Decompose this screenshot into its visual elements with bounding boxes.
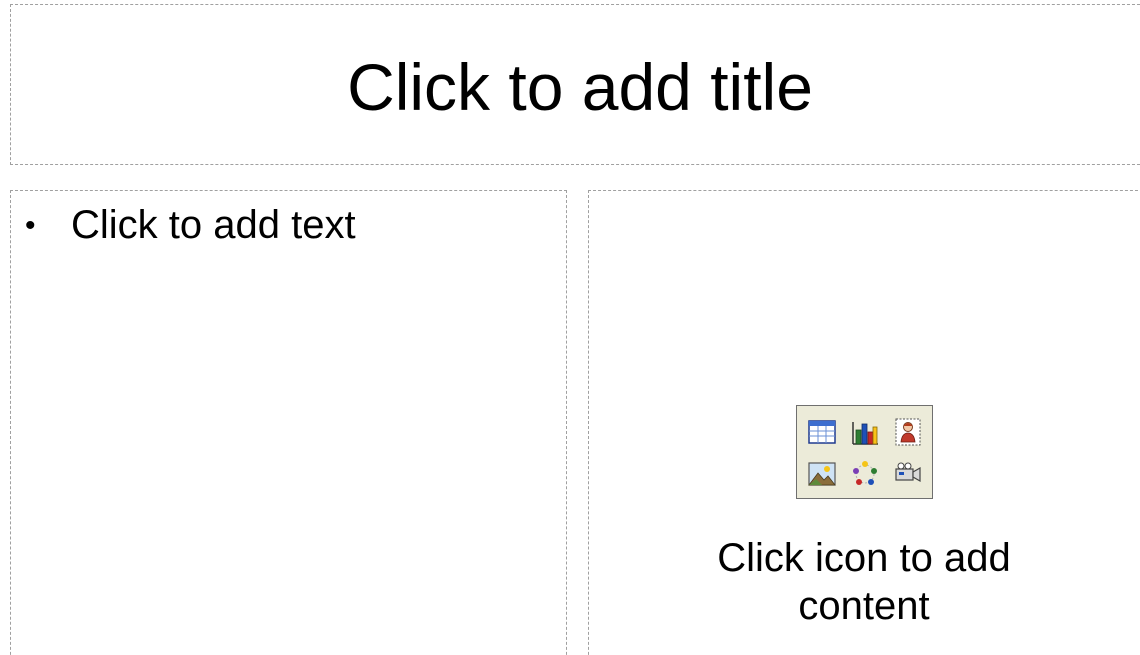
media-clip-icon[interactable] [893, 459, 923, 489]
text-placeholder[interactable]: • Click to add text [10, 190, 567, 655]
text-placeholder-label: Click to add text [71, 203, 356, 247]
title-placeholder[interactable]: Click to add title [10, 4, 1140, 165]
content-placeholder-caption: Click icon to add content [717, 536, 1011, 628]
bullet-item: • Click to add text [25, 205, 356, 245]
insert-content-icon-panel [796, 405, 933, 499]
diagram-icon[interactable] [850, 459, 880, 489]
content-placeholder[interactable]: Click icon to add content [588, 190, 1140, 655]
bullet-icon: • [25, 209, 36, 242]
clip-art-icon[interactable] [893, 417, 923, 447]
slide: Click to add title • Click to add text C… [0, 0, 1140, 655]
picture-icon[interactable] [807, 459, 837, 489]
chart-icon[interactable] [850, 417, 880, 447]
table-icon[interactable] [807, 417, 837, 447]
title-placeholder-text: Click to add title [347, 49, 813, 124]
